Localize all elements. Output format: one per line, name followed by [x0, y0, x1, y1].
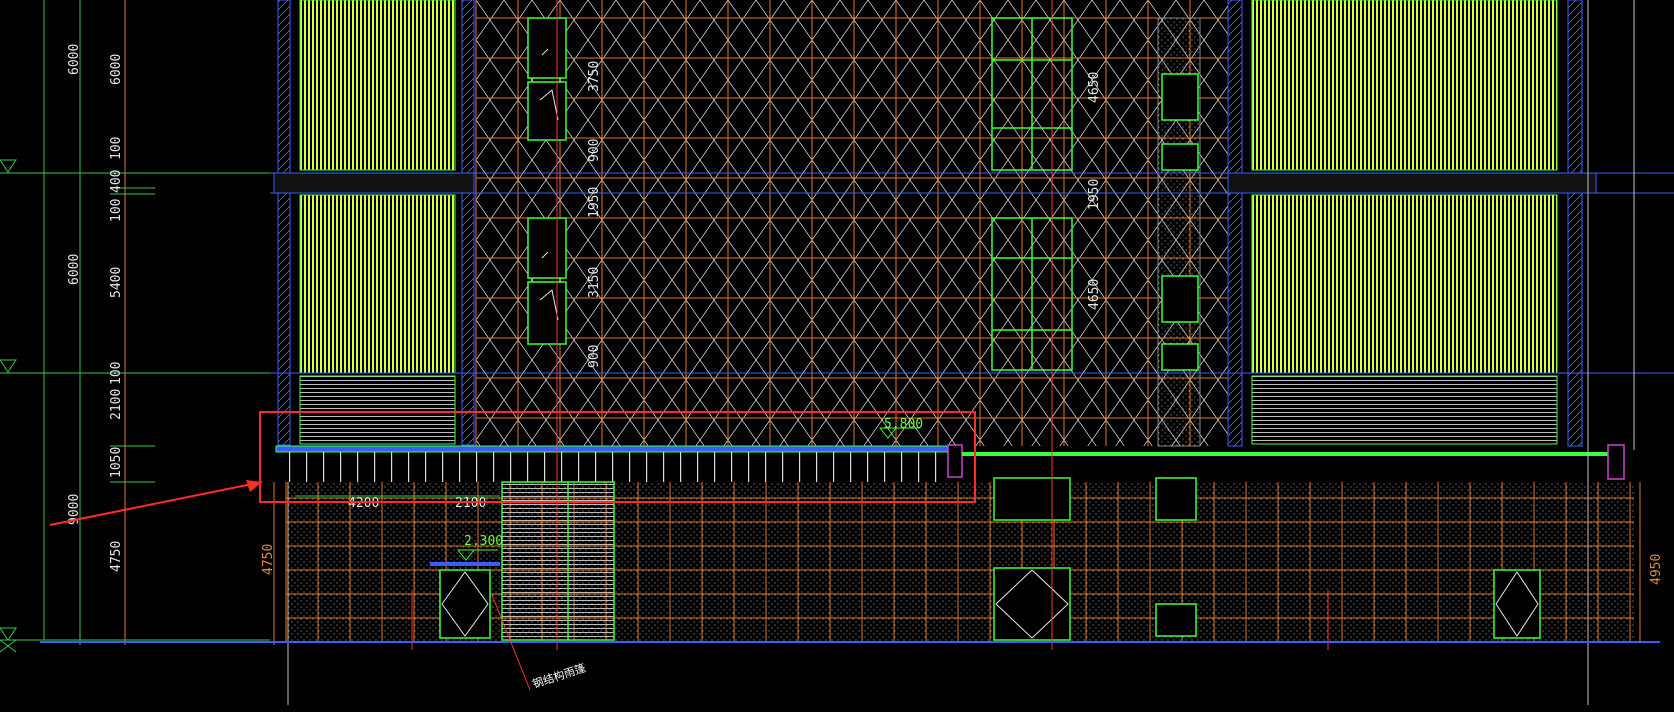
- entrance-level-text: 2.300: [464, 534, 503, 549]
- cad-elevation-drawing: 6000 6000 9000 6000 100 400 100 5400 100…: [0, 0, 1674, 705]
- dim-right-orange: 4950: [1649, 554, 1664, 585]
- dim-left-inner-6: 100: [109, 362, 124, 385]
- dim-left-inner-9: 4750: [109, 541, 124, 572]
- dim-center-left-1: 3750: [587, 61, 602, 92]
- level-markers-left: [0, 159, 17, 653]
- dim-bottom-1: 4200: [348, 496, 379, 511]
- dim-center-left-2: 900: [587, 139, 602, 162]
- dim-left-outer-2: 6000: [67, 254, 82, 285]
- dim-left-inner-2: 100: [109, 137, 124, 160]
- right-upper-panel: [1251, 0, 1558, 171]
- dim-center-left-4: 3150: [587, 267, 602, 298]
- canopy-level-text: 5.800: [884, 417, 923, 432]
- entrance-small-canopy: [430, 562, 500, 566]
- left-lower-panel: [299, 194, 456, 374]
- right-louver-panel: [1251, 375, 1558, 445]
- left-louver-panel: [299, 375, 456, 445]
- dim-left-inner-5: 5400: [109, 267, 124, 298]
- annotation-text: 钢结构雨篷: [531, 661, 588, 691]
- left-orange-dimension: [124, 0, 275, 645]
- entrance-door: [501, 481, 615, 641]
- dim-center-right-1: 4650: [1087, 72, 1102, 103]
- dim-center-right-3: 4650: [1087, 279, 1102, 310]
- dim-left-inner-8: 1050: [109, 447, 124, 478]
- dim-center-right-2: 1950: [1087, 179, 1102, 210]
- dim-left-inner-4: 100: [109, 199, 124, 222]
- dim-center-left-5: 900: [587, 345, 602, 368]
- dim-left-inner-3: 400: [109, 170, 124, 193]
- left-inner-dimension-labels: 6000 100 400 100 5400 100 2100 1050 4750: [109, 54, 124, 572]
- dim-bottom-2: 2100: [455, 496, 486, 511]
- steel-canopy: [275, 444, 1625, 482]
- entrance-side-window: [439, 569, 491, 639]
- right-lower-panel: [1251, 194, 1558, 374]
- dim-center-left-3: 1950: [587, 187, 602, 218]
- left-dimension-lines: [0, 0, 270, 645]
- dim-left-inner-7: 2100: [109, 389, 124, 420]
- dim-left-orange: 4750: [261, 544, 276, 575]
- dim-left-outer-1: 6000: [67, 44, 82, 75]
- dim-left-inner-1: 6000: [109, 54, 124, 85]
- left-upper-panel: [299, 0, 456, 171]
